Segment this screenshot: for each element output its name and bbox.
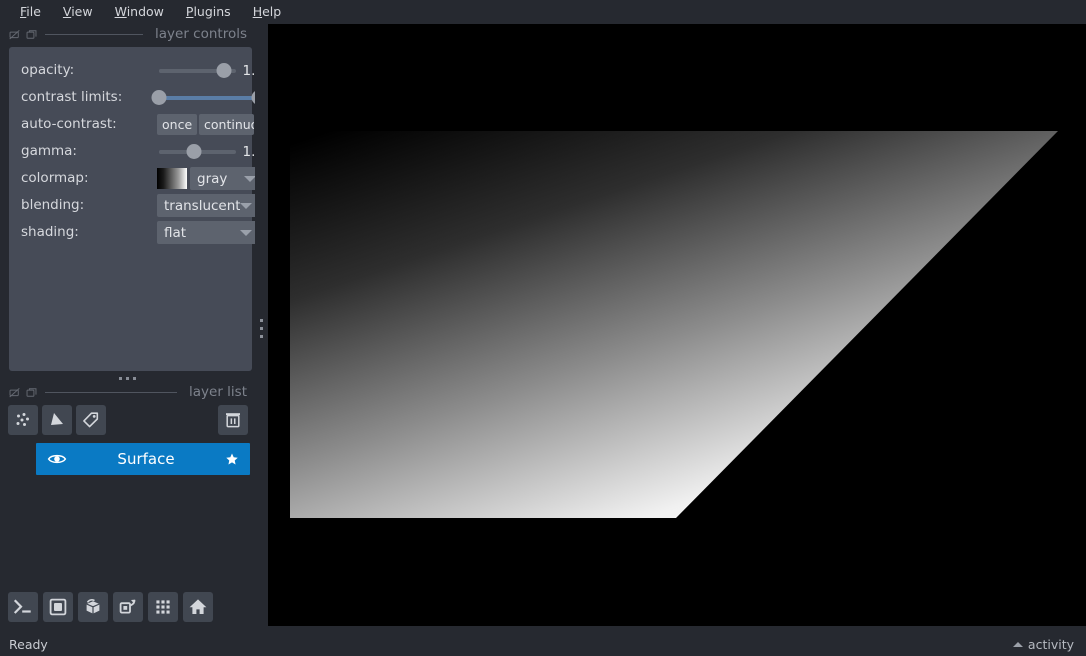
handle-dot (133, 376, 136, 380)
menu-help[interactable]: Help (242, 0, 293, 24)
contrast-limits-label: contrast limits: (21, 89, 123, 105)
handle-dot (126, 376, 129, 380)
menu-view[interactable]: View (52, 0, 104, 24)
blending-control: translucent (154, 192, 264, 219)
splitter-dot (260, 318, 263, 322)
contrast-fill (159, 95, 259, 100)
menu-file[interactable]: File (9, 0, 52, 24)
gamma-label: gamma: (21, 143, 77, 159)
blending-label: blending: (21, 197, 85, 213)
contrast-limits-control (151, 84, 267, 111)
handle-dot (119, 376, 122, 380)
title-divider (45, 391, 177, 393)
blending-combobox[interactable]: translucent (157, 194, 260, 217)
shading-control: flat (154, 219, 264, 246)
new-labels-layer-button[interactable] (76, 405, 106, 435)
transpose-dimensions-button[interactable] (113, 592, 143, 622)
layer-controls-panel: opacity: 1.0 contrast limits: auto-contr… (9, 47, 267, 371)
title-divider (45, 33, 143, 35)
float-window-icon[interactable] (9, 387, 20, 398)
chevron-down-icon (240, 202, 252, 209)
opacity-slider[interactable] (159, 62, 236, 80)
caret-up-icon (1012, 641, 1023, 647)
menu-bar: File View Window Plugins Help (0, 0, 1086, 24)
surface-render (268, 24, 1086, 626)
grid-view-button[interactable] (148, 592, 178, 622)
layer-name: Surface (117, 450, 175, 468)
left-dock-column: layer controls opacity: 1.0 contrast lim… (0, 24, 267, 632)
contrast-low-knob[interactable] (151, 90, 167, 105)
splitter-dot (260, 326, 263, 330)
blending-value: translucent (164, 197, 240, 214)
shading-value: flat (164, 224, 187, 241)
delete-layer-button[interactable] (218, 405, 248, 435)
roll-dimensions-button[interactable] (78, 592, 108, 622)
gamma-control: 1.0 (154, 138, 264, 165)
colormap-swatch (157, 168, 187, 189)
close-panel-icon[interactable] (26, 29, 37, 40)
status-bar: Ready activity (0, 632, 1086, 656)
float-window-icon[interactable] (9, 29, 20, 40)
points-icon (16, 413, 29, 426)
layer-list-title-bar: layer list (0, 382, 255, 402)
shading-combobox[interactable]: flat (157, 221, 260, 244)
layer-list-title: layer list (189, 384, 247, 400)
cube-3d-icon (86, 599, 100, 614)
new-surface-layer-button[interactable] (42, 405, 72, 435)
transpose-icon (119, 599, 136, 614)
contrast-limits-slider[interactable] (151, 89, 267, 107)
shading-label: shading: (21, 224, 79, 240)
gamma-knob[interactable] (186, 144, 202, 159)
menu-plugins[interactable]: Plugins (175, 0, 242, 24)
console-button[interactable] (8, 592, 38, 622)
trash-icon (226, 413, 240, 428)
star-icon (226, 453, 238, 465)
layer-list: Surface (36, 443, 250, 475)
splitter-dot (260, 334, 263, 338)
close-panel-icon[interactable] (26, 387, 37, 398)
auto-contrast-continuous-button[interactable]: continuous (199, 114, 254, 135)
surface-icon (51, 413, 63, 425)
dock-canvas-splitter[interactable] (255, 24, 268, 632)
opacity-fill (159, 68, 225, 73)
new-points-layer-button[interactable] (8, 405, 38, 435)
colormap-control: gray (154, 165, 264, 192)
auto-contrast-once-button[interactable]: once (157, 114, 197, 135)
ndisplay-toggle-button[interactable] (43, 592, 73, 622)
square-2d-icon (49, 598, 67, 616)
layer-controls-title-bar: layer controls (0, 24, 255, 44)
layer-controls-grid: opacity: 1.0 contrast limits: auto-contr… (9, 47, 267, 246)
auto-contrast-label: auto-contrast: (21, 116, 117, 132)
viewer-canvas[interactable] (268, 24, 1086, 626)
status-message: Ready (9, 636, 48, 652)
chevron-down-icon (240, 229, 252, 236)
grid-icon (156, 600, 170, 614)
console-icon (13, 599, 31, 614)
opacity-control: 1.0 (154, 57, 264, 84)
napari-main-window: File View Window Plugins Help layer cont… (0, 0, 1086, 656)
gamma-slider[interactable] (159, 143, 236, 161)
opacity-label: opacity: (21, 62, 75, 78)
eye-icon[interactable] (47, 449, 67, 469)
reset-view-button[interactable] (183, 592, 213, 622)
labels-tag-icon (83, 412, 99, 428)
menu-window[interactable]: Window (104, 0, 175, 24)
opacity-knob[interactable] (216, 63, 232, 78)
activity-label: activity (1027, 636, 1074, 652)
layer-list-buttons (8, 405, 248, 435)
colormap-value: gray (197, 170, 228, 187)
viewer-buttons-bar (8, 592, 248, 622)
auto-contrast-control: once continuous (154, 111, 264, 138)
colormap-label: colormap: (21, 170, 89, 186)
layer-controls-title: layer controls (155, 26, 247, 42)
activity-button[interactable]: activity (1012, 636, 1074, 652)
home-icon (189, 599, 207, 614)
layer-list-item-surface[interactable]: Surface (36, 443, 250, 475)
colormap-combobox[interactable]: gray (190, 167, 264, 190)
